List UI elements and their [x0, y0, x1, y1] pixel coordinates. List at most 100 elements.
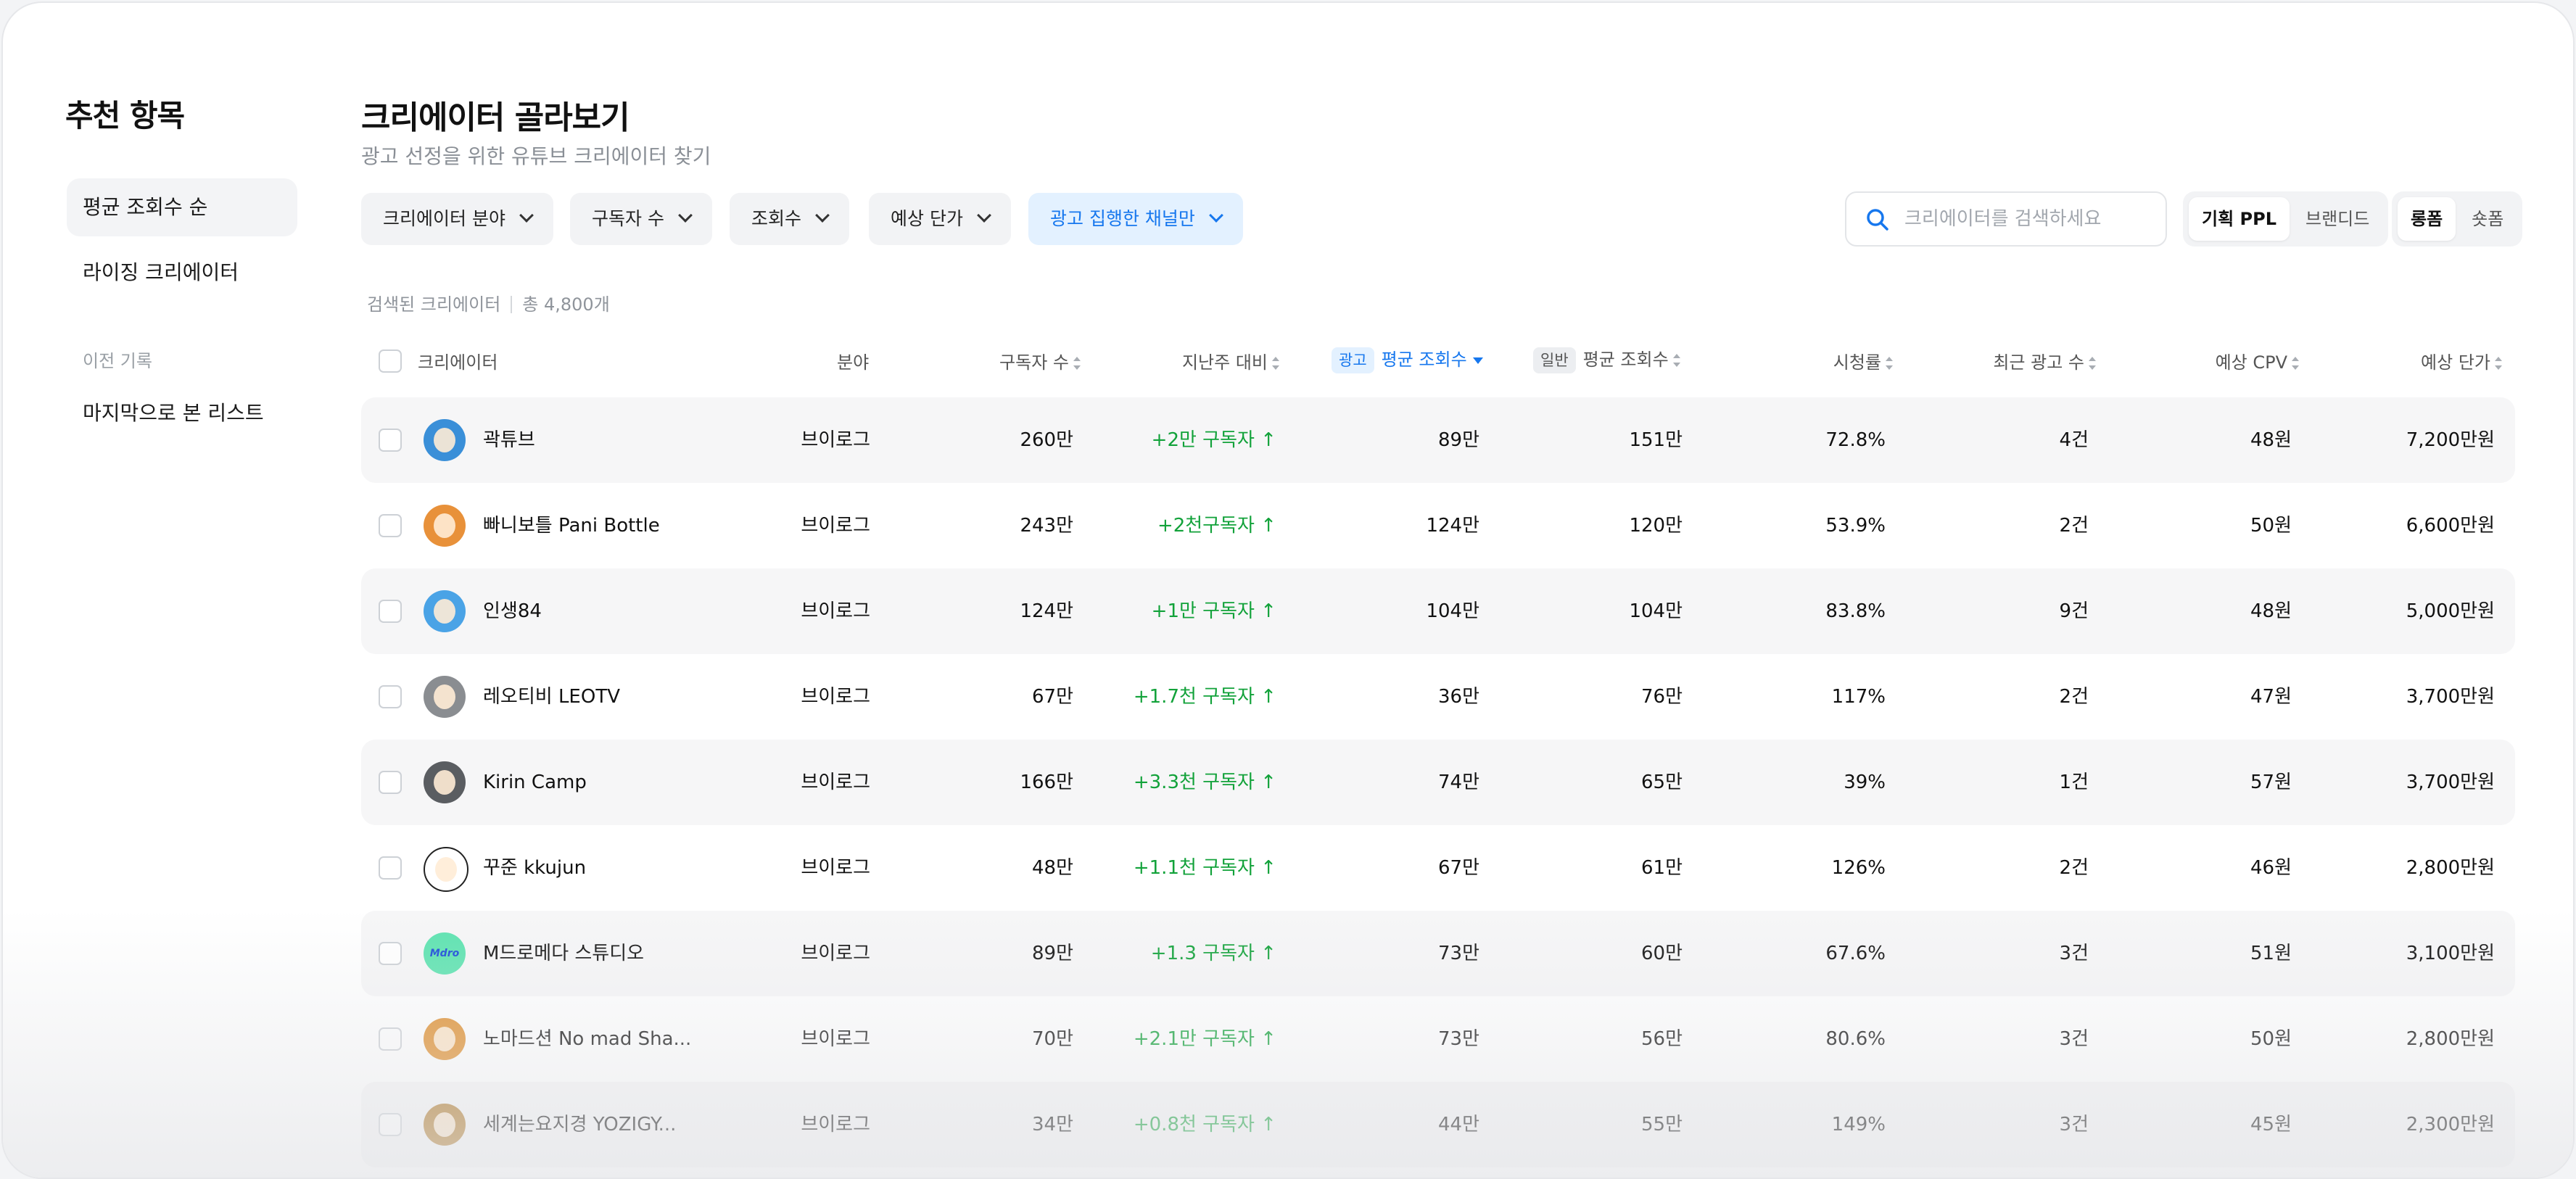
cell-price: 2,800만원	[2406, 1028, 2495, 1050]
row-checkbox[interactable]	[379, 1113, 402, 1136]
row-checkbox[interactable]	[379, 1027, 402, 1051]
row-checkbox[interactable]	[379, 429, 402, 452]
table-row[interactable]: Kirin Camp 브이로그 166만 +3.3천 구독자 ↑ 74만 65만 39% 1건…	[361, 740, 2515, 825]
row-checkbox[interactable]	[379, 856, 402, 880]
creator-name[interactable]: Kirin Camp	[483, 740, 587, 825]
filter-price-dropdown[interactable]: 예상 단가	[869, 193, 1011, 245]
sidebar-item-rising-creators[interactable]: 라이징 크리에이터	[67, 244, 297, 302]
row-checkbox[interactable]	[379, 685, 402, 708]
result-total: 총 4,800개	[522, 294, 610, 315]
column-header-creator: 크리에이터	[418, 352, 498, 373]
avatar-face-shape	[434, 428, 455, 452]
creator-name[interactable]: 빠니보틀 Pani Bottle	[483, 483, 660, 568]
table-row[interactable]: 노마드션 No mad Sha... 브이로그 70만 +2.1만 구독자 ↑ 73만 5…	[361, 996, 2515, 1082]
search-input[interactable]: 크리에이터를 검색하세요	[1845, 191, 2167, 247]
cell-price: 5,000만원	[2406, 600, 2495, 622]
cell-weekly-change: +2만 구독자 ↑	[1151, 429, 1276, 451]
sort-icon	[2089, 357, 2096, 370]
cell-weekly-change: +1.1천 구독자 ↑	[1133, 857, 1276, 879]
creator-avatar	[424, 505, 466, 547]
table-row[interactable]: 꾸준 kkujun 브이로그 48만 +1.1천 구독자 ↑ 67만 61만 126% 2건 4…	[361, 825, 2515, 911]
sidebar-item-last-viewed[interactable]: 마지막으로 본 리스트	[67, 384, 297, 442]
sort-icon	[2495, 357, 2502, 370]
cell-recent-ads: 2건	[2059, 686, 2089, 708]
row-checkbox[interactable]	[379, 600, 402, 623]
cell-view-rate: 126%	[1831, 857, 1886, 879]
result-label: 검색된 크리에이터	[367, 294, 501, 315]
filter-views-dropdown[interactable]: 조회수	[730, 193, 850, 245]
table-row[interactable]: 세계는요지경 YOZIGY... 브이로그 34만 +0.8천 구독자 ↑ 44만 55만…	[361, 1082, 2515, 1167]
toggle-option-branded[interactable]: 브랜디드	[2292, 197, 2382, 241]
creator-name[interactable]: 노마드션 No mad Sha...	[483, 996, 691, 1082]
cell-general-avg-views: 56만	[1640, 1028, 1683, 1050]
creator-avatar	[424, 676, 466, 718]
creator-name[interactable]: 곽튜브	[483, 397, 535, 483]
column-header-price[interactable]: 예상 단가	[2353, 348, 2502, 373]
row-checkbox[interactable]	[379, 942, 402, 965]
row-checkbox[interactable]	[379, 771, 402, 794]
cell-category: 브이로그	[801, 429, 870, 451]
creator-avatar	[424, 761, 466, 803]
cell-view-rate: 39%	[1844, 771, 1886, 793]
filter-subscribers-dropdown[interactable]: 구독자 수	[570, 193, 712, 245]
toggle-option-planned-ppl[interactable]: 기획 PPL	[2189, 197, 2290, 241]
column-header-ad-avg-views[interactable]: 광고 평균 조회수	[1332, 345, 1483, 373]
cell-recent-ads: 9건	[2059, 600, 2089, 622]
avatar-face-shape	[434, 770, 455, 795]
column-label: 예상 단가	[2421, 352, 2490, 373]
cell-category: 브이로그	[801, 600, 870, 622]
filter-ad-channels-dropdown[interactable]: 광고 집행한 채널만	[1028, 193, 1243, 245]
column-header-recent-ads[interactable]: 최근 광고 수	[1947, 348, 2096, 373]
cell-subscribers: 34만	[1031, 1114, 1073, 1135]
cell-price: 6,600만원	[2406, 515, 2495, 537]
chevron-down-icon	[977, 208, 991, 223]
sidebar-item-label: 마지막으로 본 리스트	[83, 401, 264, 425]
cell-price: 3,700만원	[2406, 771, 2495, 793]
sidebar-item-avg-views[interactable]: 평균 조회수 순	[67, 178, 297, 236]
cell-ad-avg-views: 89만	[1437, 429, 1479, 451]
cell-category: 브이로그	[801, 686, 870, 708]
table-row[interactable]: 인생84 브이로그 124만 +1만 구독자 ↑ 104만 104만 83.8% 9건 48원 5…	[361, 568, 2515, 654]
table-row[interactable]: 레오티비 LEOTV 브이로그 67만 +1.7천 구독자 ↑ 36만 76만 117% 2건…	[361, 654, 2515, 740]
row-checkbox[interactable]	[379, 514, 402, 537]
filter-category-dropdown[interactable]: 크리에이터 분야	[361, 193, 553, 245]
history-section-label: 이전 기록	[83, 351, 152, 371]
creator-name[interactable]: M드로메다 스튜디오	[483, 911, 644, 996]
column-label: 최근 광고 수	[1993, 352, 2084, 373]
cell-general-avg-views: 76만	[1640, 686, 1683, 708]
filter-label: 크리에이터 분야	[383, 208, 505, 229]
toggle-option-shortform[interactable]: 숏폼	[2459, 197, 2517, 241]
avatar-face-shape	[434, 684, 455, 709]
creator-avatar	[424, 1104, 466, 1146]
table-row[interactable]: Mdro M드로메다 스튜디오 브이로그 89만 +1.3 구독자 ↑ 73만 60만 67.…	[361, 911, 2515, 996]
column-header-category: 분야	[837, 352, 870, 373]
column-header-subscribers[interactable]: 구독자 수	[960, 348, 1081, 373]
cell-category: 브이로그	[801, 943, 870, 964]
column-header-view-rate[interactable]: 시청률	[1743, 348, 1893, 373]
cell-cpv: 48원	[2250, 600, 2292, 622]
table-row[interactable]: 곽튜브 브이로그 260만 +2만 구독자 ↑ 89만 151만 72.8% 4건 48원 7,2…	[361, 397, 2515, 483]
creator-name[interactable]: 레오티비 LEOTV	[483, 654, 620, 740]
column-header-general-avg-views[interactable]: 일반 평균 조회수	[1533, 345, 1680, 373]
avatar-face-shape	[434, 1027, 455, 1051]
creator-name[interactable]: 인생84	[483, 568, 542, 654]
cell-view-rate: 149%	[1831, 1114, 1886, 1135]
chevron-down-icon	[519, 208, 534, 223]
creator-name[interactable]: 꾸준 kkujun	[483, 825, 586, 911]
toggle-option-longform[interactable]: 롱폼	[2398, 197, 2456, 241]
cell-view-rate: 67.6%	[1825, 943, 1886, 964]
cell-category: 브이로그	[801, 1028, 870, 1050]
creator-avatar: Mdro	[424, 932, 466, 975]
cell-subscribers: 166만	[1020, 771, 1073, 793]
cell-price: 2,800만원	[2406, 857, 2495, 879]
cell-cpv: 57원	[2250, 771, 2292, 793]
cell-recent-ads: 3건	[2059, 943, 2089, 964]
table-row[interactable]: 빠니보틀 Pani Bottle 브이로그 243만 +2천구독자 ↑ 124만 120만…	[361, 483, 2515, 568]
column-header-weekly-change[interactable]: 지난주 대비	[1134, 348, 1279, 373]
column-header-cpv[interactable]: 예상 CPV	[2150, 348, 2299, 373]
sidebar-item-label: 라이징 크리에이터	[83, 260, 239, 284]
select-all-checkbox[interactable]	[379, 349, 402, 373]
creator-name[interactable]: 세계는요지경 YOZIGY...	[483, 1082, 676, 1167]
column-label: 구독자 수	[999, 352, 1069, 373]
avatar-face-shape	[434, 513, 455, 538]
